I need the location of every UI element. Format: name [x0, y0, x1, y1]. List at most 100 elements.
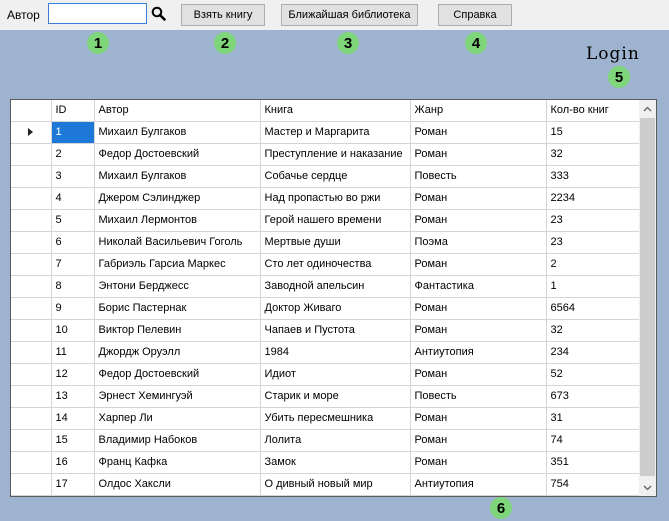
row-header[interactable]	[11, 319, 52, 342]
table-row[interactable]: 5 Михаил Лермонтов Герой нашего времени Ром…	[11, 209, 642, 232]
cell-author[interactable]: Франц Кафка	[94, 451, 261, 474]
cell-book[interactable]: Идиот	[260, 363, 411, 386]
nearest-library-button[interactable]: Ближайшая библиотека	[281, 4, 418, 26]
books-data-grid[interactable]: ID Автор Книга Жанр Кол-во книг 1 Михаил …	[10, 99, 657, 497]
cell-book[interactable]: Заводной апельсин	[260, 275, 411, 298]
cell-author[interactable]: Олдос Хаксли	[94, 473, 261, 496]
row-header[interactable]	[11, 407, 52, 430]
cell-genre[interactable]: Роман	[410, 451, 547, 474]
cell-book[interactable]: Герой нашего времени	[260, 209, 411, 232]
scrollbar-thumb[interactable]	[640, 118, 655, 476]
cell-author[interactable]: Джером Сэлинджер	[94, 187, 261, 210]
cell-book[interactable]: 1984	[260, 341, 411, 364]
cell-genre[interactable]: Роман	[410, 253, 547, 276]
cell-author[interactable]: Эрнест Хемингуэй	[94, 385, 261, 408]
table-row[interactable]: 8 Энтони Берджесс Заводной апельсин Фантаст…	[11, 275, 642, 298]
cell-author[interactable]: Габриэль Гарсиа Маркес	[94, 253, 261, 276]
column-header-genre[interactable]: Жанр	[410, 100, 547, 122]
cell-genre[interactable]: Антиутопия	[410, 473, 547, 496]
cell-genre[interactable]: Антиутопия	[410, 341, 547, 364]
cell-book[interactable]: Сто лет одиночества	[260, 253, 411, 276]
search-icon[interactable]	[150, 5, 167, 22]
cell-count[interactable]: 23	[546, 231, 642, 254]
cell-genre[interactable]: Роман	[410, 407, 547, 430]
row-header[interactable]	[11, 341, 52, 364]
cell-author[interactable]: Владимир Набоков	[94, 429, 261, 452]
column-header-id[interactable]: ID	[51, 100, 95, 122]
cell-id[interactable]: 4	[51, 187, 95, 210]
chevron-up-icon[interactable]	[639, 100, 656, 117]
cell-book[interactable]: Замок	[260, 451, 411, 474]
table-row[interactable]: 1 Михаил Булгаков Мастер и Маргарита Роман 1…	[11, 121, 642, 144]
cell-count[interactable]: 32	[546, 143, 642, 166]
row-header[interactable]	[11, 187, 52, 210]
cell-count[interactable]: 1	[546, 275, 642, 298]
cell-count[interactable]: 6564	[546, 297, 642, 320]
table-row[interactable]: 12 Федор Достоевский Идиот Роман 52	[11, 363, 642, 386]
cell-id[interactable]: 11	[51, 341, 95, 364]
column-header-book[interactable]: Книга	[260, 100, 411, 122]
row-header[interactable]	[11, 209, 52, 232]
column-header-author[interactable]: Автор	[94, 100, 261, 122]
take-book-button[interactable]: Взять книгу	[181, 4, 265, 26]
cell-genre[interactable]: Роман	[410, 209, 547, 232]
vertical-scrollbar[interactable]	[639, 100, 656, 496]
cell-id[interactable]: 17	[51, 473, 95, 496]
cell-author[interactable]: Виктор Пелевин	[94, 319, 261, 342]
cell-genre[interactable]: Повесть	[410, 385, 547, 408]
cell-genre[interactable]: Роман	[410, 121, 547, 144]
cell-count[interactable]: 32	[546, 319, 642, 342]
cell-book[interactable]: Убить пересмешника	[260, 407, 411, 430]
row-header[interactable]	[11, 253, 52, 276]
cell-author[interactable]: Михаил Лермонтов	[94, 209, 261, 232]
author-search-input[interactable]	[48, 3, 147, 24]
cell-genre[interactable]: Роман	[410, 143, 547, 166]
row-header[interactable]	[11, 143, 52, 166]
cell-book[interactable]: Преступление и наказание	[260, 143, 411, 166]
table-row[interactable]: 6 Николай Васильевич Гоголь Мертвые души По…	[11, 231, 642, 254]
cell-genre[interactable]: Роман	[410, 297, 547, 320]
table-row[interactable]: 2 Федор Достоевский Преступление и наказан…	[11, 143, 642, 166]
row-header[interactable]	[11, 231, 52, 254]
table-row[interactable]: 4 Джером Сэлинджер Над пропастью во ржи Ром…	[11, 187, 642, 210]
cell-count[interactable]: 31	[546, 407, 642, 430]
table-row[interactable]: 13 Эрнест Хемингуэй Старик и море Повесть 67…	[11, 385, 642, 408]
cell-count[interactable]: 2234	[546, 187, 642, 210]
cell-count[interactable]: 23	[546, 209, 642, 232]
table-row[interactable]: 16 Франц Кафка Замок Роман 351	[11, 451, 642, 474]
cell-author[interactable]: Федор Достоевский	[94, 143, 261, 166]
cell-book[interactable]: Мертвые души	[260, 231, 411, 254]
cell-count[interactable]: 673	[546, 385, 642, 408]
table-row[interactable]: 9 Борис Пастернак Доктор Живаго Роман 6564	[11, 297, 642, 320]
cell-book[interactable]: Старик и море	[260, 385, 411, 408]
cell-id[interactable]: 16	[51, 451, 95, 474]
cell-book[interactable]: Чапаев и Пустота	[260, 319, 411, 342]
cell-book[interactable]: Собачье сердце	[260, 165, 411, 188]
cell-id[interactable]: 7	[51, 253, 95, 276]
table-row[interactable]: 11 Джордж Оруэлл 1984 Антиутопия 234	[11, 341, 642, 364]
cell-id[interactable]: 10	[51, 319, 95, 342]
cell-id[interactable]: 6	[51, 231, 95, 254]
cell-id[interactable]: 13	[51, 385, 95, 408]
cell-genre[interactable]: Роман	[410, 319, 547, 342]
cell-genre[interactable]: Роман	[410, 429, 547, 452]
cell-author[interactable]: Харпер Ли	[94, 407, 261, 430]
row-header[interactable]	[11, 275, 52, 298]
row-header[interactable]	[11, 473, 52, 496]
grid-corner-header[interactable]	[11, 100, 52, 122]
cell-id[interactable]: 15	[51, 429, 95, 452]
cell-author[interactable]: Михаил Булгаков	[94, 165, 261, 188]
column-header-count[interactable]: Кол-во книг	[546, 100, 642, 122]
row-header[interactable]	[11, 385, 52, 408]
login-link[interactable]: Login	[586, 44, 640, 64]
cell-id[interactable]: 14	[51, 407, 95, 430]
cell-id[interactable]: 2	[51, 143, 95, 166]
cell-count[interactable]: 15	[546, 121, 642, 144]
row-header[interactable]	[11, 165, 52, 188]
cell-id[interactable]: 12	[51, 363, 95, 386]
chevron-down-icon[interactable]	[639, 479, 656, 496]
table-row[interactable]: 14 Харпер Ли Убить пересмешника Роман 31	[11, 407, 642, 430]
cell-author[interactable]: Борис Пастернак	[94, 297, 261, 320]
cell-author[interactable]: Николай Васильевич Гоголь	[94, 231, 261, 254]
cell-count[interactable]: 52	[546, 363, 642, 386]
